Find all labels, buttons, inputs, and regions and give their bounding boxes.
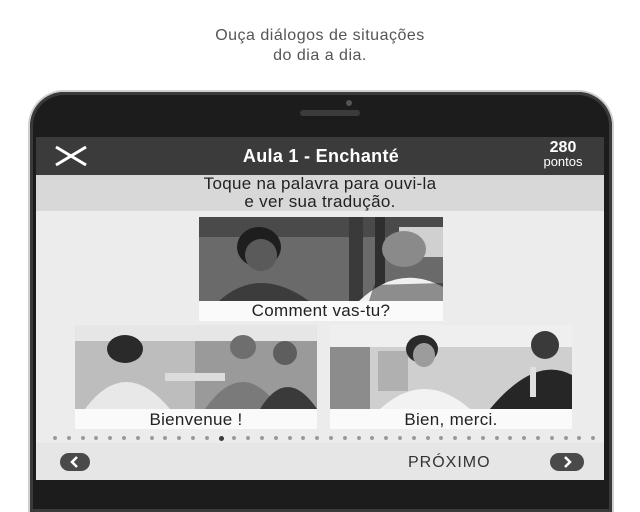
points-value: 280 [549,139,577,156]
dialog-caption[interactable]: Bien, merci. [330,410,572,430]
points-counter: 280 pontos [528,139,598,169]
progress-dot [397,436,402,440]
progress-dot [315,436,320,440]
close-icon [55,145,87,167]
app-bar: Aula 1 - Enchanté 280 pontos [36,137,604,175]
dialog-photo-image [330,325,572,409]
promo-line-2: do dia a dia. [273,47,367,64]
next-button[interactable] [550,453,584,471]
progress-dot [108,436,113,440]
progress-dot [494,436,499,440]
progress-dot [121,436,126,440]
back-button[interactable] [60,453,90,471]
dialog-caption[interactable]: Comment vas-tu? [199,301,443,321]
progress-dot [535,436,540,440]
progress-dot [301,436,306,440]
dialog-card-bien-merci[interactable]: Bien, merci. [330,325,572,429]
progress-dot [522,436,527,440]
progress-dot [232,436,237,440]
progress-dot [508,436,513,440]
chevron-right-icon [564,456,572,468]
close-button[interactable] [52,143,92,169]
instruction-banner: Toque na palavra para ouvi-la e ver sua … [36,175,604,211]
progress-dot [411,436,416,440]
progress-dot [273,436,278,440]
earpiece [300,110,360,116]
progress-dot [549,436,554,440]
dialog-caption[interactable]: Bienvenue ! [75,410,317,430]
instruction-line-1: Toque na palavra para ouvi-la [203,174,437,193]
progress-dots [48,435,600,441]
progress-dot [439,436,444,440]
progress-dot [163,436,168,440]
progress-dot [591,436,596,440]
progress-dot [218,436,224,441]
progress-dot [356,436,361,440]
app-screen: Aula 1 - Enchanté 280 pontos Toque na pa… [36,137,604,480]
progress-dot [204,436,209,440]
progress-dot [425,436,430,440]
bottom-nav: PRÓXIMO [36,443,604,480]
camera-icon [346,100,352,106]
progress-dot [246,436,251,440]
progress-dot [453,436,458,440]
progress-dot [80,436,85,440]
progress-dot [66,436,71,440]
chevron-left-icon [70,456,78,468]
progress-dot [94,436,99,440]
next-label[interactable]: PRÓXIMO [408,454,491,472]
promo-line-1: Ouça diálogos de situações [215,27,425,44]
progress-dot [135,436,140,440]
progress-dot [328,436,333,440]
progress-dot [259,436,264,440]
progress-dot [370,436,375,440]
progress-dot [177,436,182,440]
dialog-card-bienvenue[interactable]: Bienvenue ! [75,325,317,429]
progress-dot [287,436,292,440]
progress-dot [577,436,582,440]
progress-dot [480,436,485,440]
dialog-photo-image [75,325,317,409]
progress-dot [342,436,347,440]
progress-dot [149,436,154,440]
progress-dot [466,436,471,440]
lesson-title: Aula 1 - Enchanté [242,146,400,166]
progress-dot [384,436,389,440]
progress-dot [190,436,195,440]
dialog-card-comment-vas-tu[interactable]: Comment vas-tu? [199,217,443,321]
promo-text: Ouça diálogos de situações do dia a dia. [0,26,640,66]
progress-dot [52,436,57,440]
instruction-line-2: e ver sua tradução. [244,192,396,211]
dialog-photo-image [199,217,443,301]
progress-dot [563,436,568,440]
points-label: pontos [543,154,583,169]
